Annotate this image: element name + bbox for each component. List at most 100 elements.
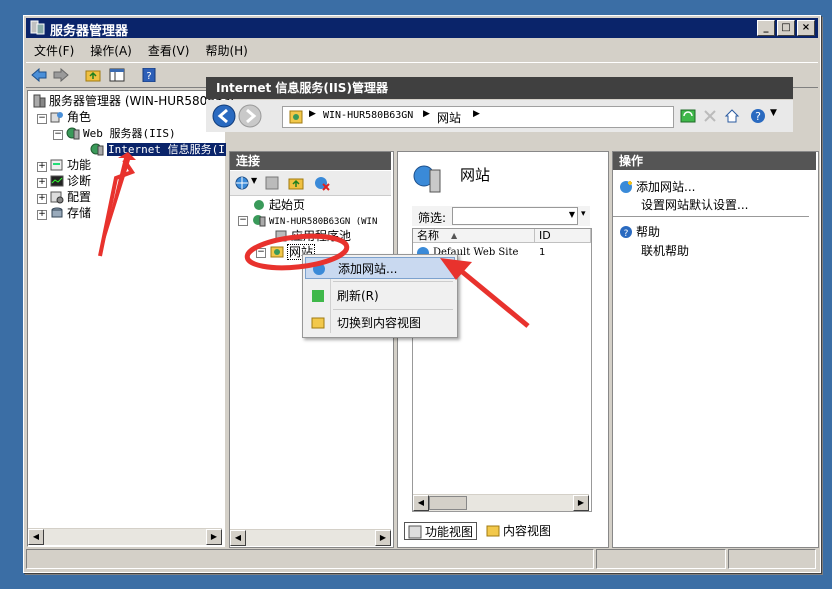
up-folder-button[interactable] [84, 66, 102, 84]
svg-text:?: ? [755, 110, 761, 123]
back-button[interactable] [30, 66, 48, 84]
connections-toolbar: ▼ [230, 171, 391, 196]
actions-pane: 操作 添加网站... 设置网站默认设置... ? 帮助 联机帮助 [612, 151, 819, 548]
scroll-thumb[interactable] [429, 496, 467, 510]
column-header-id[interactable]: ID [535, 229, 591, 243]
breadcrumb-server[interactable]: WIN-HUR580B63GN [323, 110, 413, 121]
actions-divider [613, 216, 809, 217]
sites-collapse-toggle[interactable]: − [256, 248, 266, 258]
status-bar-left [26, 549, 594, 569]
tree-item-start-page[interactable]: 起始页 [252, 197, 305, 213]
tree-item-features[interactable]: 功能 [50, 157, 91, 173]
scroll-left-arrow-icon[interactable]: ◀ [230, 530, 246, 546]
sites-h-scrollbar[interactable]: ◀ ▶ [413, 494, 589, 511]
breadcrumb-sep-icon: ▶ [473, 109, 480, 119]
actions-title: 操作 [613, 152, 816, 170]
iis-manager-header: Internet 信息服务(IIS)管理器 [206, 77, 793, 99]
menu-view[interactable]: 查看(V) [140, 40, 198, 60]
features-expand-toggle[interactable]: + [37, 162, 47, 172]
action-set-defaults[interactable]: 设置网站默认设置... [641, 196, 748, 213]
help-icon[interactable]: ? [750, 108, 766, 124]
scroll-right-arrow-icon[interactable]: ▶ [573, 495, 589, 511]
nav-back-icon[interactable] [212, 104, 236, 128]
server-manager-window: 服务器管理器 _ □ × 文件(F) 操作(A) 查看(V) 帮助(H) ? 服… [23, 15, 821, 573]
connections-pane: 连接 ▼ 起始页 − WIN-HUR580B63GN (WIN 应用程序池 − … [229, 151, 394, 548]
minimize-button[interactable]: _ [757, 20, 775, 36]
scroll-right-arrow-icon[interactable]: ▶ [375, 530, 391, 546]
menu-separator [333, 281, 453, 282]
action-add-site[interactable]: 添加网站... [619, 178, 695, 195]
roles-collapse-toggle[interactable]: − [37, 114, 47, 124]
iis-node-icon [289, 110, 303, 124]
tree-item-config[interactable]: 配置 [50, 189, 91, 205]
storage-icon [51, 207, 63, 218]
breadcrumb-sites[interactable]: 网站 [437, 109, 461, 126]
scroll-right-arrow-icon[interactable]: ▶ [206, 529, 222, 545]
help-dropdown-icon[interactable]: ▼ [770, 108, 777, 118]
save-icon[interactable] [264, 175, 280, 191]
app-pools-label: 应用程序池 [291, 229, 352, 243]
help-button[interactable]: ? [140, 66, 158, 84]
menu-help[interactable]: 帮助(H) [197, 40, 255, 60]
refresh-icon[interactable] [680, 108, 696, 124]
features-label: 功能 [67, 158, 92, 172]
tab-content-view[interactable]: 内容视图 [483, 522, 554, 540]
refresh-icon [312, 290, 324, 302]
tree-item-web-server[interactable]: Web 服务器(IIS) [66, 125, 176, 141]
show-hide-tree-button[interactable] [108, 66, 126, 84]
content-view-icon [311, 317, 325, 329]
close-button[interactable]: × [797, 20, 815, 36]
menu-action[interactable]: 操作(A) [82, 40, 140, 60]
delete-connection-icon[interactable] [314, 175, 330, 191]
filter-go-icon[interactable]: ▾ [581, 209, 586, 219]
filter-input[interactable]: ▼ [452, 207, 578, 225]
websites-icon [413, 165, 441, 193]
connect-globe-icon[interactable] [234, 175, 250, 191]
forward-button[interactable] [52, 66, 70, 84]
filter-dropdown-icon[interactable]: ▼ [569, 210, 575, 219]
svg-text:?: ? [146, 71, 151, 82]
address-bar[interactable]: ▶ WIN-HUR580B63GN ▶ 网站 ▶ [282, 106, 674, 128]
home-icon[interactable] [724, 108, 740, 124]
stop-icon[interactable] [702, 108, 718, 124]
menu-item-refresh[interactable]: 刷新(R) [305, 285, 455, 307]
menu-bar: 文件(F) 操作(A) 查看(V) 帮助(H) [26, 40, 818, 60]
action-online-help[interactable]: 联机帮助 [641, 242, 689, 259]
menu-item-content-view[interactable]: 切换到内容视图 [305, 312, 455, 334]
add-site-label: 添加网站... [636, 180, 696, 194]
server-collapse-toggle[interactable]: − [238, 216, 248, 226]
up-level-icon[interactable] [288, 175, 304, 191]
menu-item-add-site[interactable]: 添加网站... [305, 257, 455, 279]
menu-file[interactable]: 文件(F) [26, 40, 82, 60]
action-help[interactable]: ? 帮助 [619, 223, 660, 240]
diagnostics-label: 诊断 [67, 174, 92, 188]
roles-label: 角色 [67, 110, 92, 124]
config-expand-toggle[interactable]: + [37, 194, 47, 204]
column-header-name[interactable]: 名称 ▲ [413, 229, 535, 243]
tree-item-diagnostics[interactable]: 诊断 [50, 173, 91, 189]
tree-item-server[interactable]: WIN-HUR580B63GN (WIN [252, 212, 377, 228]
connect-dropdown-icon[interactable]: ▼ [251, 176, 257, 185]
tree-item-roles[interactable]: 角色 [50, 109, 91, 125]
left-pane-h-scrollbar[interactable]: ◀ ▶ [28, 528, 222, 545]
server-manager-icon [30, 20, 45, 35]
sites-context-menu: 添加网站... 刷新(R) 切换到内容视图 [302, 254, 458, 338]
maximize-button[interactable]: □ [777, 20, 795, 36]
start-page-label: 起始页 [269, 198, 306, 212]
diagnostics-expand-toggle[interactable]: + [37, 178, 47, 188]
storage-expand-toggle[interactable]: + [37, 210, 47, 220]
connections-h-scrollbar[interactable]: ◀ ▶ [230, 529, 391, 546]
web-server-collapse-toggle[interactable]: − [53, 130, 63, 140]
forward-arrow-icon [53, 68, 69, 82]
web-server-icon [66, 127, 80, 140]
scroll-left-arrow-icon[interactable]: ◀ [413, 495, 429, 511]
tree-item-app-pools[interactable]: 应用程序池 [274, 228, 351, 244]
tree-item-iis-manager[interactable]: Internet 信息服务(I [90, 141, 226, 157]
scroll-left-arrow-icon[interactable]: ◀ [28, 529, 44, 545]
tree-item-storage[interactable]: 存储 [50, 205, 91, 221]
tab-features-view[interactable]: 功能视图 [404, 522, 478, 540]
title-bar: 服务器管理器 _ □ × [26, 18, 818, 39]
help-label: 帮助 [636, 225, 661, 239]
nav-forward-icon[interactable] [238, 104, 262, 128]
add-site-icon [620, 181, 632, 193]
